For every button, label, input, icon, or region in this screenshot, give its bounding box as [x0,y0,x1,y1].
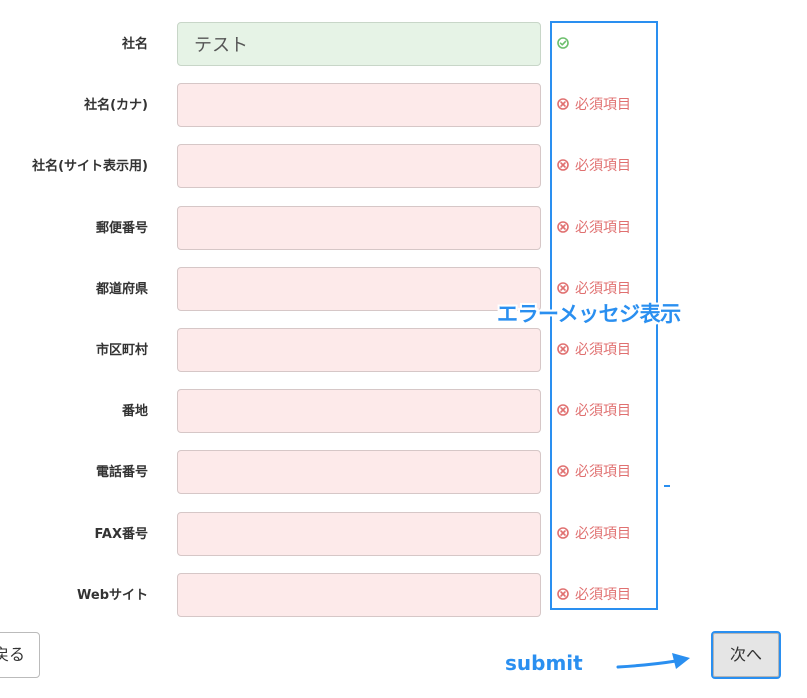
back-button[interactable]: 戻る [0,632,40,678]
field-label: 社名(カナ) [84,98,148,114]
next-button[interactable]: 次へ [711,631,781,679]
form-input[interactable] [177,572,541,617]
annotation-submit-label: submit [505,651,583,675]
form-input[interactable] [177,328,541,372]
field-label: 電話番号 [95,465,148,481]
annotation-arrow-icon [616,653,690,669]
field-label: 都道府県 [95,281,148,297]
field-label: 番地 [121,404,148,420]
field-label: Webサイト [77,587,148,603]
form-input[interactable] [177,266,541,311]
field-label: 郵便番号 [95,220,148,236]
field-label: 社名(サイト表示用) [32,159,148,175]
form-input[interactable] [177,205,541,250]
form-input[interactable] [177,511,541,556]
annotation-error-message-display: エラーメッセジ表示 [497,302,681,326]
field-label: 社名 [121,37,148,52]
annotation-marker [664,485,670,487]
form-input[interactable] [177,83,541,128]
field-label: 市区町村 [95,343,148,358]
form-input[interactable] [177,144,541,189]
field-label: FAX番号 [94,526,148,542]
form-input[interactable] [177,22,541,66]
form-input[interactable] [177,389,541,434]
form-input[interactable] [177,450,541,495]
form-page: 社名社名(カナ)必須項目社名(サイト表示用)必須項目郵便番号必須項目都道府県必須… [0,0,807,698]
